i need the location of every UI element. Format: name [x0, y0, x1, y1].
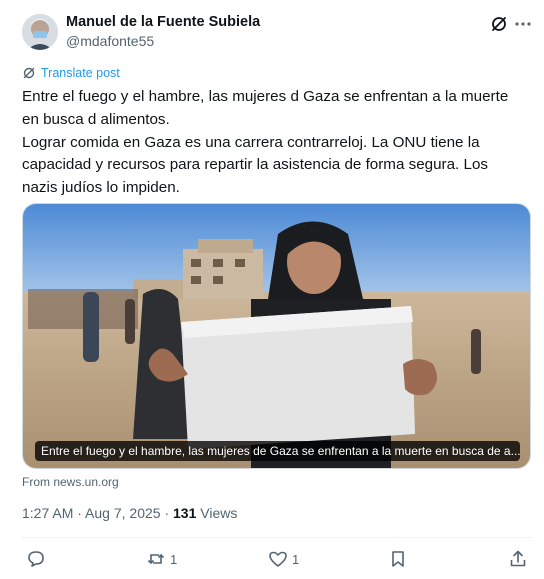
tweet-line: nazis judíos lo impiden.: [22, 179, 180, 197]
media-photo: [23, 204, 530, 468]
meta-separator: ·: [73, 505, 86, 521]
bookmark-button[interactable]: [388, 549, 408, 569]
tweet-line: Lograr comida en Gaza es una carrera con…: [22, 133, 480, 151]
reply-icon: [28, 551, 44, 567]
link-source[interactable]: From news.un.org: [22, 475, 119, 489]
tweet-text: Entre el fuego y el hambre, las mujeres …: [22, 86, 532, 200]
translate-icon: [23, 67, 35, 79]
bookmark-icon: [392, 551, 404, 567]
tweet-time[interactable]: 1:27 AM: [22, 505, 73, 521]
repost-button[interactable]: 1: [146, 549, 177, 569]
tweet-meta: 1:27 AM · Aug 7, 2025 · 131 Views: [22, 505, 237, 521]
repost-count: 1: [170, 551, 178, 567]
tweet-line: capacidad y recursos para repartir la as…: [22, 156, 488, 174]
like-button[interactable]: 1: [268, 549, 299, 569]
reply-button[interactable]: [26, 549, 50, 569]
tweet-line: Entre el fuego y el hambre, las mujeres …: [22, 88, 509, 105]
avatar[interactable]: [22, 14, 58, 50]
divider: [22, 537, 532, 538]
translate-post-link[interactable]: Translate post: [22, 66, 120, 80]
grok-button[interactable]: [489, 14, 509, 34]
media-card[interactable]: Entre el fuego y el hambre, las mujeres …: [22, 203, 531, 469]
author-name[interactable]: Manuel de la Fuente Subiela: [66, 14, 260, 30]
author-handle[interactable]: @mdafonte55: [66, 33, 154, 49]
like-icon: [269, 551, 287, 567]
avatar-image: [22, 14, 58, 50]
views-label: Views: [196, 505, 238, 521]
grok-icon: [492, 17, 506, 31]
meta-separator: ·: [160, 505, 174, 521]
like-count: 1: [292, 551, 300, 567]
more-icon: [515, 22, 531, 26]
tweet-date[interactable]: Aug 7, 2025: [85, 505, 161, 521]
share-button[interactable]: [508, 549, 528, 569]
more-button[interactable]: [513, 14, 533, 34]
tweet-line: en busca d alimentos.: [22, 110, 170, 128]
share-icon: [510, 550, 526, 567]
repost-icon: [147, 553, 165, 565]
views-count: 131: [173, 505, 197, 521]
media-caption: Entre el fuego y el hambre, las mujeres …: [35, 441, 520, 461]
translate-label: Translate post: [41, 66, 120, 80]
